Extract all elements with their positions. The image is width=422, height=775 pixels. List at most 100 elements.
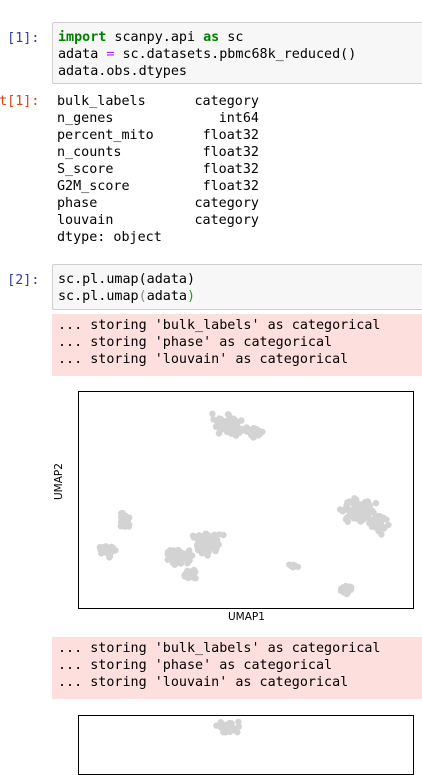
dtype-name: G2M_score xyxy=(57,179,130,194)
paren: ( xyxy=(138,289,147,304)
umap-point xyxy=(220,531,227,539)
umap-point xyxy=(220,725,228,732)
dtype-row: phase category xyxy=(57,195,267,212)
stderr-line: ... storing 'bulk_labels' as categorical xyxy=(58,641,381,656)
dtype-row: percent_mito float32 xyxy=(57,127,267,144)
umap-point xyxy=(369,517,376,524)
umap-point xyxy=(216,428,223,436)
dtype-name: louvain xyxy=(57,213,114,228)
umap-point xyxy=(336,506,344,513)
umap-point xyxy=(164,551,172,558)
code-text: adata xyxy=(58,47,107,62)
umap-point xyxy=(351,495,358,502)
code-line: adata = sc.datasets.pbmc68k_reduced() xyxy=(53,46,422,63)
umap-point xyxy=(97,546,105,553)
dtype-row: G2M_score float32 xyxy=(57,178,267,195)
code-text: scanpy.api xyxy=(106,30,204,45)
umap-scatter xyxy=(96,410,392,598)
umap-point xyxy=(357,510,365,517)
umap-point xyxy=(372,500,380,507)
stderr-line: ... storing 'louvain' as categorical xyxy=(58,675,349,690)
umap-point xyxy=(118,514,125,521)
dtype-row: bulk_labels category xyxy=(57,93,267,110)
stderr-output-1: ... storing 'bulk_labels' as categorical… xyxy=(52,314,422,376)
dtype-name: percent_mito xyxy=(57,128,154,143)
umap-scatter-2 xyxy=(213,718,242,736)
umap-plot xyxy=(78,391,414,609)
dtype-name: n_genes xyxy=(57,111,114,126)
umap-point xyxy=(365,501,372,508)
dtype-row: louvain category xyxy=(57,212,267,229)
umap-point xyxy=(234,728,241,736)
umap-point xyxy=(170,554,177,561)
umap-point xyxy=(216,420,223,428)
code-line: sc.pl.umap(adata) xyxy=(58,272,196,287)
y-axis-label: UMAP2 xyxy=(53,463,65,500)
input-prompt-2: In [2]: xyxy=(7,273,40,288)
umap-point xyxy=(108,543,115,551)
dtypes-list: bulk_labels category n_genes int64 percent_m… xyxy=(57,93,267,229)
umap-point xyxy=(231,416,238,423)
umap-point xyxy=(350,505,358,512)
code-line: adata.obs.dtypes xyxy=(58,64,187,79)
umap-point xyxy=(364,512,371,519)
input-prompt-1: In [1]: xyxy=(7,31,40,46)
umap-point xyxy=(106,554,113,561)
umap-point xyxy=(200,545,208,552)
umap-point xyxy=(189,574,197,581)
stderr-line: ... storing 'bulk_labels' as categorical xyxy=(58,318,381,333)
umap-point xyxy=(344,499,351,506)
umap-point xyxy=(193,542,201,549)
dtype-type: float32 xyxy=(202,128,259,143)
stderr-line: ... storing 'phase' as categorical xyxy=(58,658,333,673)
umap-point xyxy=(224,411,232,418)
umap-point xyxy=(211,531,218,538)
umap-point xyxy=(227,724,234,731)
umap-point xyxy=(126,514,133,521)
umap-point xyxy=(344,506,351,513)
umap-point xyxy=(189,532,197,539)
umap-point xyxy=(250,429,257,436)
dtype-name: S_score xyxy=(57,162,114,177)
umap-point xyxy=(347,584,355,591)
umap-point xyxy=(209,410,216,417)
umap-point xyxy=(235,723,242,730)
stderr-line: ... storing 'phase' as categorical xyxy=(58,335,333,350)
code-text: sc xyxy=(219,30,244,45)
dtype-row: S_score float32 xyxy=(57,161,267,178)
dtype-type: float32 xyxy=(202,145,259,160)
paren: ) xyxy=(187,289,196,304)
dtypes-output: bulk_labels category n_genes int64 percent_m… xyxy=(57,93,267,246)
dtype-type: float32 xyxy=(202,179,259,194)
dtype-row: n_genes int64 xyxy=(57,110,267,127)
code-cell-2[interactable]: sc.pl.umap(adata) sc.pl.umap(adata) xyxy=(52,264,422,310)
code-line: sc.pl.umap(adata) xyxy=(53,288,422,305)
umap-point xyxy=(342,588,349,596)
umap-point xyxy=(210,542,217,549)
x-axis-label: UMAP1 xyxy=(228,611,265,623)
umap-point xyxy=(244,426,251,434)
dtype-type: category xyxy=(194,196,260,211)
umap-point xyxy=(256,427,263,435)
umap-point xyxy=(376,525,383,532)
dtype-name: bulk_labels xyxy=(57,94,146,109)
stderr-output-2: ... storing 'bulk_labels' as categorical… xyxy=(52,637,422,699)
umap-point xyxy=(188,552,196,559)
umap-point xyxy=(378,531,385,538)
umap-plot-2 xyxy=(78,715,414,775)
dtype-name: phase xyxy=(57,196,98,211)
code-text: sc.datasets.pbmc68k_reduced() xyxy=(114,47,357,62)
dtype-name: n_counts xyxy=(57,145,122,160)
umap-point xyxy=(204,536,211,544)
code-line: import scanpy.api as sc xyxy=(53,29,422,46)
umap-point xyxy=(232,423,240,430)
dtype-row: n_counts float32 xyxy=(57,144,267,161)
code-cell-1[interactable]: import scanpy.api as sc adata = sc.datas… xyxy=(52,22,422,84)
dtype-type: float32 xyxy=(202,162,259,177)
code-text: sc.pl.umap xyxy=(58,289,139,304)
keyword: import xyxy=(58,30,107,45)
umap-point xyxy=(369,507,376,514)
stderr-line: ... storing 'louvain' as categorical xyxy=(58,352,349,367)
dtype-footer: dtype: object xyxy=(57,230,162,245)
umap-point xyxy=(287,562,295,570)
